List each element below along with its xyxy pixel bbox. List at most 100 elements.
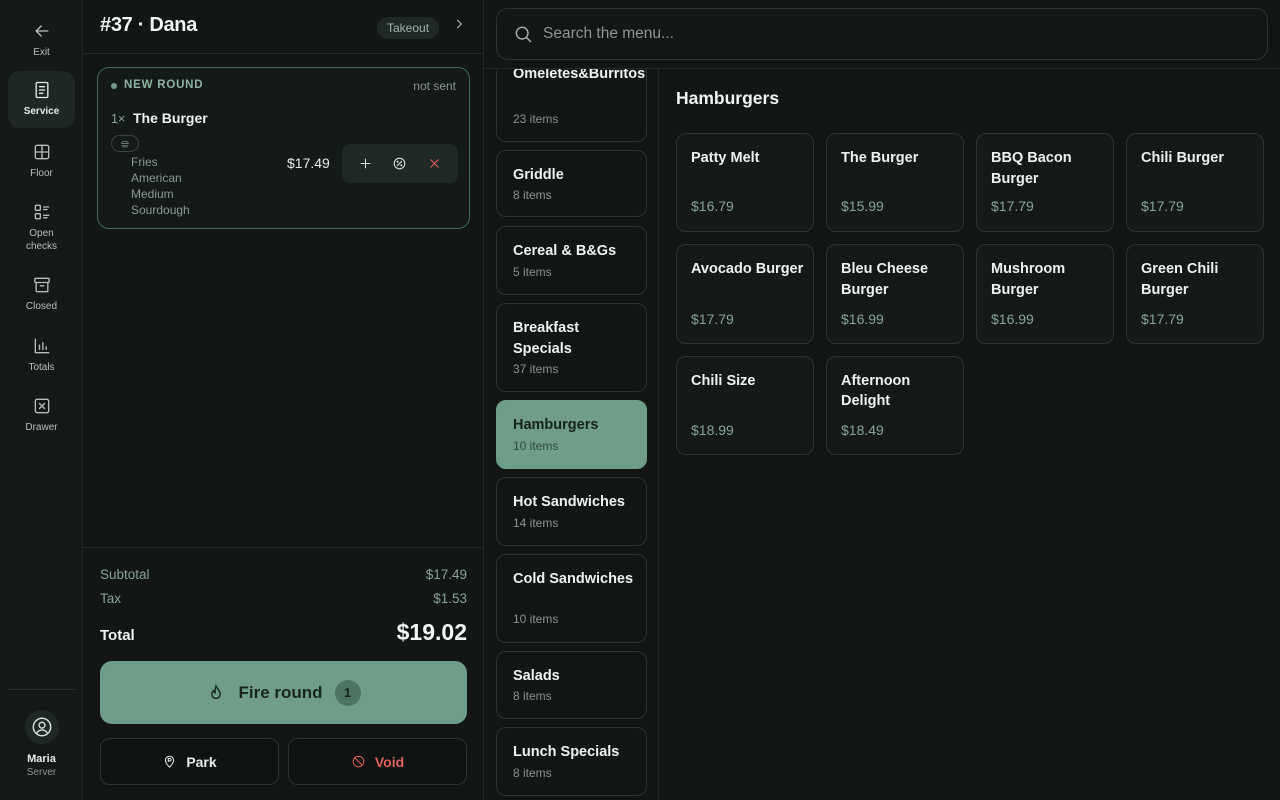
menu-item-name: Avocado Burger	[691, 261, 804, 277]
ban-icon	[352, 755, 365, 768]
category-name: Griddle	[513, 167, 564, 183]
category-count: 10 items	[513, 439, 559, 453]
menu-item-name: BBQ Bacon Burger	[991, 150, 1072, 187]
category-cereal-bgs[interactable]: Cereal & B&Gs 5 items	[496, 226, 647, 295]
category-hamburgers[interactable]: Hamburgers 10 items	[496, 400, 647, 469]
user-profile[interactable]: Maria Server	[0, 710, 83, 778]
category-count: 10 items	[513, 612, 559, 626]
add-quantity-button[interactable]	[353, 152, 377, 176]
total-row: Total $19.02	[100, 619, 467, 646]
round-card: NEW ROUND not sent 1× The Burger Fries A…	[97, 67, 470, 229]
category-salads[interactable]: Salads 8 items	[496, 651, 647, 719]
discount-icon	[394, 157, 406, 170]
nav-item-floor[interactable]: Floor	[8, 133, 75, 189]
category-lunch-specials[interactable]: Lunch Specials 8 items	[496, 727, 647, 796]
chevron-right-icon[interactable]	[452, 17, 466, 37]
grid-icon	[34, 144, 49, 160]
menu-item-patty-melt[interactable]: Patty Melt $16.79	[676, 133, 814, 232]
menu-item-name: Chili Burger	[1141, 150, 1224, 166]
nav-item-service[interactable]: Service	[8, 71, 75, 128]
menu-item-price: $16.79	[691, 198, 734, 214]
menu-item-chili-size[interactable]: Chili Size $18.99	[676, 356, 814, 455]
order-type-badge[interactable]: Takeout	[377, 17, 440, 39]
bar-chart-icon	[34, 338, 49, 354]
menu-item-name: Bleu Cheese Burger	[841, 261, 929, 298]
archive-icon	[33, 277, 50, 293]
total-label: Total	[100, 627, 135, 644]
menu-item-price: $18.99	[691, 422, 734, 438]
line-actions	[342, 144, 458, 183]
menu-item-bleu-cheese-burger[interactable]: Bleu Cheese Burger $16.99	[826, 244, 964, 344]
menu-item-price: $17.79	[1141, 198, 1184, 214]
menu-item-mushroom-burger[interactable]: Mushroom Burger $16.99	[976, 244, 1114, 344]
nav-rail: Exit Service Floor Open checks Closed To…	[0, 0, 83, 800]
tax-label: Tax	[100, 591, 122, 606]
order-panel: #37 · Dana Takeout NEW ROUND not sent 1×…	[83, 0, 484, 800]
discount-button[interactable]	[388, 152, 412, 176]
subtotal-value: $17.49	[425, 567, 467, 582]
nav-item-label: Floor	[30, 168, 53, 179]
category-name: Hamburgers	[513, 417, 599, 433]
fire-round-label: Fire round	[238, 682, 323, 702]
nav-item-totals[interactable]: Totals	[8, 327, 75, 383]
nav-item-open-checks[interactable]: Open checks	[8, 193, 75, 253]
subtotal-row: Subtotal $17.49	[100, 567, 467, 582]
drawer-icon	[34, 398, 49, 414]
category-griddle[interactable]: Griddle 8 items	[496, 150, 647, 217]
nav-item-label: Open checks	[25, 228, 58, 252]
menu-search	[496, 8, 1268, 60]
modifier: American	[131, 171, 182, 185]
menu-item-chili-burger[interactable]: Chili Burger $17.79	[1126, 133, 1264, 232]
subtotal-label: Subtotal	[100, 567, 150, 582]
fire-round-button[interactable]: Fire round 1	[100, 661, 467, 724]
category-hot-sandwiches[interactable]: Hot Sandwiches 14 items	[496, 477, 647, 546]
category-count: 8 items	[513, 188, 552, 202]
nav-item-drawer[interactable]: Drawer	[8, 387, 75, 443]
park-label: Park	[186, 753, 217, 770]
category-name: Cereal & B&Gs	[513, 243, 617, 259]
menu-item-name: Chili Size	[691, 373, 756, 389]
menu-item-bbq-bacon-burger[interactable]: BBQ Bacon Burger $17.79	[976, 133, 1114, 232]
close-icon	[430, 159, 439, 168]
search-icon	[515, 26, 532, 43]
category-cold-sandwiches[interactable]: Cold Sandwiches 10 items	[496, 554, 647, 643]
menu-item-price: $17.79	[1141, 311, 1184, 327]
menu-item-avocado-burger[interactable]: Avocado Burger $17.79	[676, 244, 814, 344]
user-role: Server	[26, 767, 57, 778]
status-dot	[111, 83, 117, 89]
menu-item-price: $15.99	[841, 198, 884, 214]
nav-item-exit[interactable]: Exit	[8, 12, 75, 68]
park-icon	[165, 755, 175, 768]
menu-item-name: Afternoon Delight	[841, 373, 911, 409]
nav-item-closed[interactable]: Closed	[8, 266, 75, 322]
category-breakfast-specials[interactable]: Breakfast Specials 37 items	[496, 303, 647, 392]
modifier: Fries	[131, 155, 158, 169]
nav-item-label: Exit	[33, 47, 50, 58]
remove-item-button[interactable]	[423, 152, 447, 176]
menu-item-price: $16.99	[991, 311, 1034, 327]
nav-item-label: Drawer	[25, 422, 58, 433]
menu-item-price: $17.79	[991, 198, 1034, 214]
category-name: Salads	[513, 668, 560, 684]
menu-item-afternoon-delight[interactable]: Afternoon Delight $18.49	[826, 356, 964, 455]
plus-icon	[360, 158, 371, 169]
nav-item-label: Closed	[25, 301, 58, 312]
category-name: Hot Sandwiches	[513, 494, 625, 510]
menu-item-price: $16.99	[841, 311, 884, 327]
tax-value: $1.53	[433, 591, 467, 606]
search-input[interactable]	[543, 21, 1243, 47]
flame-icon	[211, 684, 222, 699]
arrow-left-icon	[35, 25, 48, 37]
menu-item-price: $18.49	[841, 422, 884, 438]
burger-icon	[121, 140, 129, 147]
modifier-chip[interactable]	[111, 135, 139, 152]
category-omeletes-burritos[interactable]: Omeletes&Burritos 23 items	[496, 69, 647, 142]
category-count: 5 items	[513, 265, 552, 279]
menu-item-green-chili-burger[interactable]: Green Chili Burger $17.79	[1126, 244, 1264, 344]
line-item-name[interactable]: The Burger	[133, 110, 208, 126]
menu-item-name: The Burger	[841, 150, 919, 166]
total-value: $19.02	[396, 619, 467, 645]
park-button[interactable]: Park	[100, 738, 279, 785]
void-button[interactable]: Void	[288, 738, 467, 785]
menu-item-the-burger[interactable]: The Burger $15.99	[826, 133, 964, 232]
